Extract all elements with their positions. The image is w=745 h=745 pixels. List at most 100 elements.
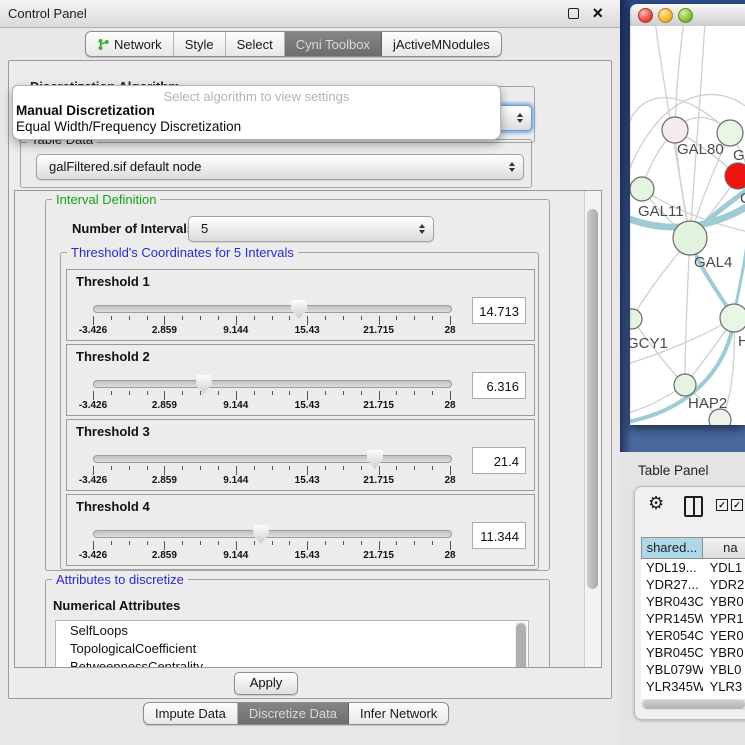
slider-tick bbox=[218, 541, 219, 545]
scrollbar-thumb[interactable] bbox=[643, 700, 745, 709]
slider-tick bbox=[129, 466, 130, 470]
table-cell[interactable]: YDL1 bbox=[703, 559, 745, 576]
scrollbar-thumb[interactable] bbox=[516, 623, 526, 668]
network-edge[interactable] bbox=[690, 26, 705, 238]
slider-tick bbox=[361, 316, 362, 320]
slider-track[interactable] bbox=[93, 380, 452, 388]
number-of-intervals-combobox[interactable]: 5 bbox=[188, 216, 434, 242]
slider-tick bbox=[432, 316, 433, 320]
table-cell[interactable]: YDR27... bbox=[641, 576, 703, 593]
tab-jactivemnodules[interactable]: jActiveMNodules bbox=[382, 32, 501, 56]
network-edge[interactable] bbox=[685, 238, 690, 385]
slider-track[interactable] bbox=[93, 530, 452, 538]
slider-tick bbox=[289, 391, 290, 395]
network-node[interactable] bbox=[720, 304, 745, 332]
apply-button[interactable]: Apply bbox=[234, 672, 298, 695]
zoom-traffic-light-icon[interactable] bbox=[678, 8, 693, 23]
tab-network[interactable]: Network bbox=[86, 32, 174, 56]
checkbox-icon[interactable]: ✓ bbox=[731, 499, 743, 511]
float-window-icon[interactable] bbox=[568, 8, 579, 19]
slider-tick bbox=[129, 541, 130, 545]
table-data-combobox[interactable]: galFiltered.sif default node bbox=[36, 154, 524, 180]
network-window-titlebar[interactable] bbox=[630, 4, 745, 27]
slider-tick bbox=[111, 391, 112, 395]
table-row[interactable]: YBR043CYBR0 bbox=[641, 593, 745, 610]
threshold-value-field[interactable]: 14.713 bbox=[472, 297, 526, 324]
slider-tick-label: 9.144 bbox=[223, 325, 248, 336]
network-edge[interactable] bbox=[632, 319, 685, 385]
threshold-value-field[interactable]: 6.316 bbox=[472, 372, 526, 399]
minimize-traffic-light-icon[interactable] bbox=[658, 8, 673, 23]
slider-tick bbox=[396, 391, 397, 395]
close-icon[interactable]: × bbox=[592, 2, 603, 24]
close-traffic-light-icon[interactable] bbox=[638, 8, 653, 23]
network-node[interactable] bbox=[673, 221, 707, 255]
dropdown-option-equal-width[interactable]: Equal Width/Frequency Discretization bbox=[16, 119, 241, 134]
slider-tick bbox=[325, 391, 326, 395]
network-edge[interactable] bbox=[736, 236, 745, 304]
network-node[interactable] bbox=[630, 177, 654, 201]
table-cell[interactable]: YLR345W bbox=[641, 678, 703, 695]
table-cell[interactable]: YBL079W bbox=[641, 661, 703, 678]
tab-cyni-toolbox[interactable]: Cyni Toolbox bbox=[285, 32, 382, 56]
table-cell[interactable]: YDL19... bbox=[641, 559, 703, 576]
scrollbar-thumb[interactable] bbox=[587, 209, 598, 589]
network-node[interactable] bbox=[674, 374, 696, 396]
table-header-cell[interactable]: na bbox=[703, 537, 745, 559]
threshold-label: Threshold 1 bbox=[76, 274, 150, 289]
network-node[interactable] bbox=[725, 163, 745, 189]
table-cell[interactable]: YER0 bbox=[703, 627, 745, 644]
columns-icon[interactable] bbox=[684, 496, 703, 517]
slider-tick-label: 28 bbox=[444, 550, 455, 561]
slider-tick bbox=[200, 541, 201, 545]
table-row[interactable]: YBR045CYBR0 bbox=[641, 644, 745, 661]
table-cell[interactable]: YBR043C bbox=[641, 593, 703, 610]
table-cell[interactable]: YBR0 bbox=[703, 644, 745, 661]
table-header-cell[interactable]: shared... bbox=[641, 537, 703, 559]
tab-infer-network[interactable]: Infer Network bbox=[349, 703, 448, 724]
table-cell[interactable]: YLR3 bbox=[703, 678, 745, 695]
table-horizontal-scrollbar[interactable] bbox=[641, 699, 745, 710]
network-node[interactable] bbox=[662, 117, 688, 143]
slider-track[interactable] bbox=[93, 305, 452, 313]
slider-tick bbox=[289, 466, 290, 470]
table-cell[interactable]: YBR0 bbox=[703, 593, 745, 610]
network-canvas[interactable]: GAL80GAGAL11CGAL4GCY1HHAP2 bbox=[630, 26, 745, 425]
table-cell[interactable]: YBR045C bbox=[641, 644, 703, 661]
attribute-item[interactable]: TopologicalCoefficient bbox=[56, 639, 528, 657]
list-scrollbar[interactable] bbox=[515, 622, 527, 668]
attribute-item[interactable]: SelfLoops bbox=[56, 621, 528, 639]
slider-track[interactable] bbox=[93, 455, 452, 463]
table-row[interactable]: YPR145WYPR1 bbox=[641, 610, 745, 627]
checkbox-icon[interactable]: ✓ bbox=[716, 499, 728, 511]
threshold-value-field[interactable]: 11.344 bbox=[472, 522, 526, 549]
table-row[interactable]: YLR345WYLR3 bbox=[641, 678, 745, 695]
tab-select[interactable]: Select bbox=[226, 32, 285, 56]
threshold-value-field[interactable]: 21.4 bbox=[472, 447, 526, 474]
slider-tick-label: 2.859 bbox=[152, 325, 177, 336]
attribute-item[interactable]: BetweennessCentrality bbox=[56, 657, 528, 668]
table-cell[interactable]: YER054C bbox=[641, 627, 703, 644]
network-edge[interactable] bbox=[675, 26, 684, 130]
tab-impute-data[interactable]: Impute Data bbox=[144, 703, 238, 724]
group-title: Threshold's Coordinates for 5 Intervals bbox=[67, 245, 298, 260]
network-view-window[interactable]: GAL80GAGAL11CGAL4GCY1HHAP2 bbox=[630, 4, 745, 425]
dropdown-option-manual[interactable]: Manual Discretization bbox=[16, 103, 155, 118]
gear-icon[interactable]: ⚙ bbox=[648, 493, 664, 514]
table-row[interactable]: YDL19...YDL1 bbox=[641, 559, 745, 576]
numerical-attributes-list[interactable]: SelfLoopsTopologicalCoefficientBetweenne… bbox=[55, 620, 529, 668]
slider-tick-label: 2.859 bbox=[152, 475, 177, 486]
tab-discretize-data[interactable]: Discretize Data bbox=[238, 703, 349, 724]
table-row[interactable]: YER054CYER0 bbox=[641, 627, 745, 644]
slider-tick-label: 28 bbox=[444, 400, 455, 411]
tab-style[interactable]: Style bbox=[174, 32, 226, 56]
table-row[interactable]: YBL079WYBL0 bbox=[641, 661, 745, 678]
settings-scrollbar[interactable] bbox=[584, 191, 601, 667]
table-cell[interactable]: YPR145W bbox=[641, 610, 703, 627]
slider-tick bbox=[379, 391, 380, 400]
cyni-toolbox-content: Discretization Algorithm Table Data galF… bbox=[8, 60, 612, 699]
table-row[interactable]: YDR27...YDR2 bbox=[641, 576, 745, 593]
table-cell[interactable]: YPR1 bbox=[703, 610, 745, 627]
table-cell[interactable]: YDR2 bbox=[703, 576, 745, 593]
table-cell[interactable]: YBL0 bbox=[703, 661, 745, 678]
